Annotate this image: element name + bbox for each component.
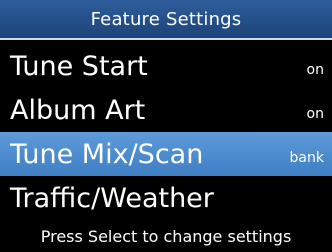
menu-item-value: on (306, 106, 324, 122)
header-bar: Feature Settings (0, 0, 332, 40)
footer-hint: Press Select to change settings (0, 220, 332, 252)
menu-item-label: Tune Start (10, 50, 148, 82)
menu-item-album-art[interactable]: Album Art on (0, 88, 332, 132)
menu-item-traffic-weather[interactable]: Traffic/Weather (0, 176, 332, 220)
menu-item-value: on (306, 62, 324, 78)
menu-item-value: bank (289, 150, 324, 166)
settings-menu: Tune Start on Album Art on Tune Mix/Scan… (0, 44, 332, 220)
menu-item-label: Album Art (10, 94, 146, 126)
screen-title: Feature Settings (90, 8, 242, 30)
menu-item-tune-mix-scan[interactable]: Tune Mix/Scan bank (0, 132, 332, 176)
menu-item-label: Tune Mix/Scan (10, 138, 204, 170)
feature-settings-screen: Feature Settings Tune Start on Album Art… (0, 0, 332, 252)
menu-item-label: Traffic/Weather (10, 182, 214, 214)
menu-item-tune-start[interactable]: Tune Start on (0, 44, 332, 88)
hint-text: Press Select to change settings (40, 226, 292, 246)
